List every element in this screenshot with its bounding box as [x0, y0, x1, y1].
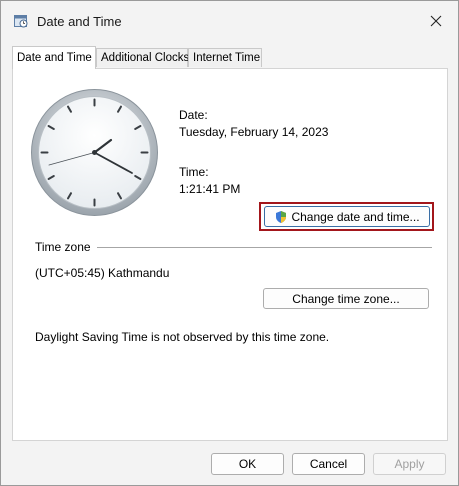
tab-strip: Date and Time Additional Clocks Internet… [12, 46, 448, 69]
date-time-dialog: Date and Time Date and Time Additional C… [0, 0, 459, 486]
dst-note: Daylight Saving Time is not observed by … [35, 330, 330, 344]
tab-additional-clocks[interactable]: Additional Clocks [96, 48, 189, 67]
date-value: Tuesday, February 14, 2023 [179, 125, 329, 139]
apply-button[interactable]: Apply [373, 453, 446, 475]
analog-clock [29, 87, 160, 218]
change-date-time-label: Change date and time... [291, 209, 420, 224]
title-bar: Date and Time [1, 1, 458, 41]
tab-internet-time[interactable]: Internet Time [188, 48, 262, 67]
date-label: Date: [179, 108, 208, 122]
clock-calendar-icon [14, 14, 28, 28]
window-title: Date and Time [37, 14, 122, 29]
tab-panel: Date: Tuesday, February 14, 2023 Time: 1… [12, 68, 448, 441]
timezone-heading: Time zone [35, 240, 91, 254]
change-timezone-button[interactable]: Change time zone... [263, 288, 429, 309]
shield-uac-icon [274, 210, 288, 224]
time-label: Time: [179, 165, 209, 179]
timezone-value: (UTC+05:45) Kathmandu [35, 266, 170, 280]
close-icon [430, 15, 442, 27]
cancel-button[interactable]: Cancel [292, 453, 365, 475]
timezone-divider [97, 247, 432, 248]
ok-button[interactable]: OK [211, 453, 284, 475]
time-value: 1:21:41 PM [179, 182, 241, 196]
change-date-time-button[interactable]: Change date and time... [264, 206, 430, 227]
close-button[interactable] [422, 7, 450, 35]
tab-date-and-time[interactable]: Date and Time [12, 46, 96, 69]
